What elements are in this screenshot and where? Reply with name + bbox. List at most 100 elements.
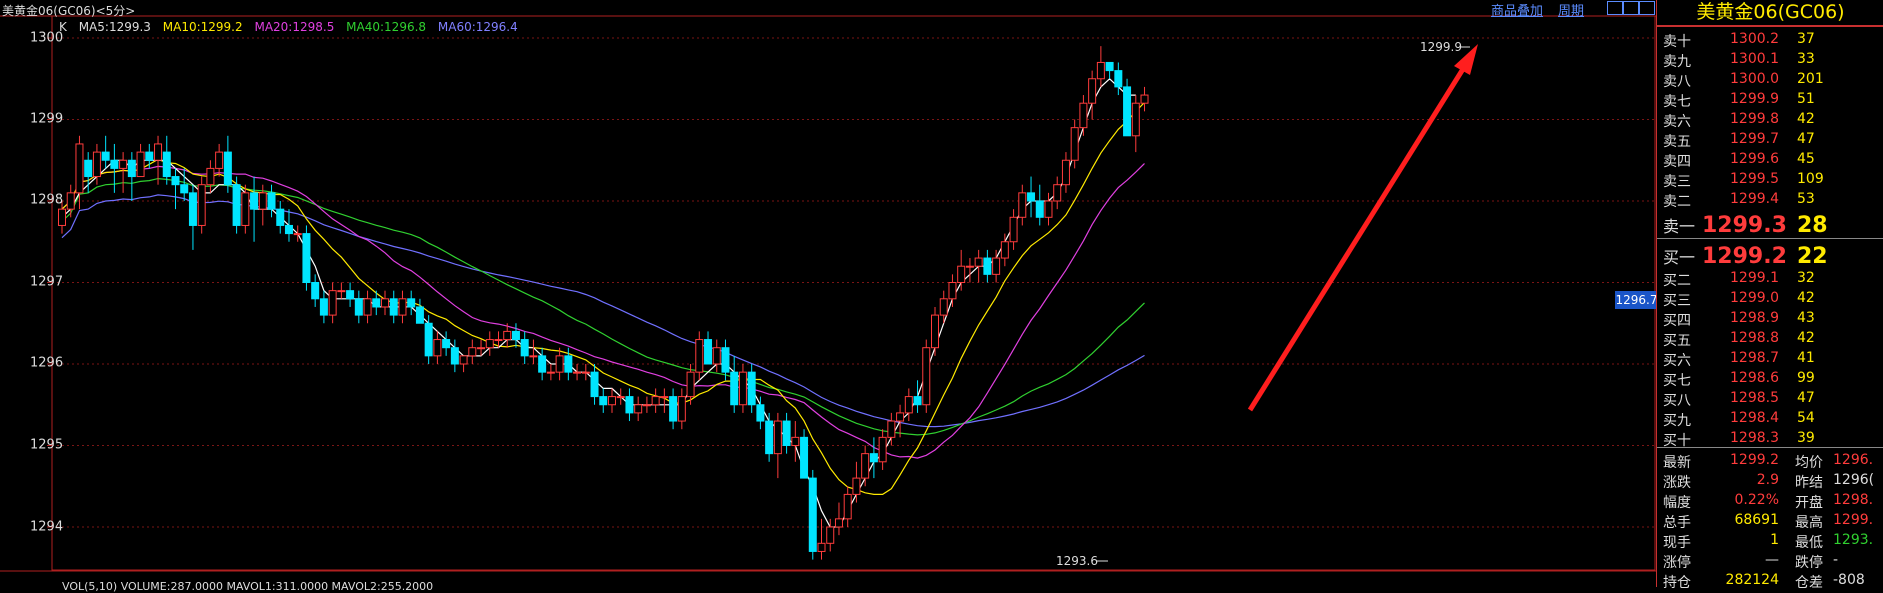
ask-price: 1299.4 [1730, 191, 1779, 207]
ask-row[interactable]: 卖三 1299.5 109 [1657, 171, 1883, 191]
ask-level-label: 卖三 [1663, 174, 1691, 190]
candle-body [738, 371, 747, 406]
candle-body [538, 355, 547, 373]
y-tick-label: 1294 [30, 519, 64, 535]
bid-price: 1298.5 [1730, 390, 1779, 406]
candle-body [852, 477, 861, 495]
candle-body [546, 371, 555, 374]
stat-label: 昨结 [1795, 475, 1823, 491]
layout-icon[interactable] [1607, 1, 1623, 15]
bid-level-label: 买四 [1663, 313, 1691, 329]
candle-body [1018, 192, 1027, 218]
stat-value: -808 [1833, 572, 1865, 588]
kline-chart[interactable]: 美黄金06(GC06)<5分> 商品叠加 周期 K MA5:1299.3 MA1… [0, 0, 1658, 593]
ask-price: 1300.1 [1730, 51, 1779, 67]
bid-volume: 41 [1797, 350, 1815, 366]
candle-body [1140, 94, 1149, 104]
bid-row[interactable]: 买八 1298.5 47 [1657, 390, 1883, 410]
trend-arrow-line [1247, 59, 1471, 412]
bid-row[interactable]: 买九 1298.4 54 [1657, 410, 1883, 430]
bid-row[interactable]: 买三 1299.0 42 [1657, 290, 1883, 310]
stat-value: 1 [1770, 532, 1779, 548]
stat-value: 68691 [1734, 512, 1779, 528]
ask-level-label: 卖一 [1663, 217, 1696, 236]
bid-volume: 39 [1797, 430, 1815, 446]
bid-row[interactable]: 买五 1298.8 42 [1657, 330, 1883, 350]
stat-label: 最高 [1795, 515, 1823, 531]
ask-row[interactable]: 卖八 1300.0 201 [1657, 71, 1883, 91]
stat-row: 幅度 0.22% 开盘 1298. [1657, 492, 1883, 512]
candle-body [215, 151, 224, 169]
split-view-icon[interactable] [1623, 1, 1639, 15]
candle-body [389, 298, 398, 316]
ask-volume: 33 [1797, 51, 1815, 67]
bid-row[interactable]: 买六 1298.7 41 [1657, 350, 1883, 370]
bid-row[interactable]: 买四 1298.9 43 [1657, 310, 1883, 330]
candle-body [372, 298, 381, 308]
bid-price: 1298.9 [1730, 310, 1779, 326]
y-tick-label: 1297 [30, 274, 64, 290]
ask-row[interactable]: 卖一 1299.3 28 [1657, 213, 1883, 238]
stat-row: 最新 1299.2 均价 1296. [1657, 452, 1883, 472]
overlay-link[interactable]: 商品叠加 [1491, 0, 1543, 19]
bid-level-label: 买三 [1663, 293, 1691, 309]
ask-price: 1299.5 [1730, 171, 1779, 187]
stat-label: 最新 [1663, 455, 1691, 471]
maximize-icon[interactable] [1639, 1, 1655, 15]
candle-body [564, 355, 573, 373]
stat-row: 涨跌 2.9 昨结 1296( [1657, 472, 1883, 492]
bid-volume: 43 [1797, 310, 1815, 326]
ask-row[interactable]: 卖二 1299.4 53 [1657, 191, 1883, 211]
stat-row: 涨停 — 跌停 - [1657, 552, 1883, 572]
ask-row[interactable]: 卖九 1300.1 33 [1657, 51, 1883, 71]
candle-body [1131, 102, 1140, 137]
bid-level-label: 买九 [1663, 413, 1691, 429]
candle-body [1079, 102, 1088, 129]
ask-row[interactable]: 卖五 1299.7 47 [1657, 131, 1883, 151]
ask-row[interactable]: 卖七 1299.9 51 [1657, 91, 1883, 111]
period-link[interactable]: 周期 [1558, 0, 1584, 19]
ask-level-label: 卖四 [1663, 154, 1691, 170]
candle-body [188, 192, 197, 226]
ask-price: 1299.8 [1730, 111, 1779, 127]
candle-body [293, 233, 302, 236]
candle-body [258, 192, 267, 210]
ask-level-label: 卖七 [1663, 94, 1691, 110]
candle-body [1053, 184, 1062, 202]
candle-body [747, 371, 756, 406]
bid-price: 1299.0 [1730, 290, 1779, 306]
stat-value: 1299. [1833, 512, 1874, 528]
kline-svg[interactable] [0, 0, 1656, 587]
bid-row[interactable]: 买七 1298.6 99 [1657, 370, 1883, 390]
ask-level-label: 卖十 [1663, 34, 1691, 50]
stat-value: 1298. [1833, 492, 1874, 508]
ma5-line [61, 77, 1136, 528]
candle-body [1105, 61, 1114, 72]
candle-body [651, 396, 660, 406]
candle-body [1000, 241, 1009, 259]
bid-price: 1299.1 [1730, 270, 1779, 286]
ask-volume: 109 [1797, 171, 1824, 187]
candle-body [494, 339, 503, 342]
ask-row[interactable]: 卖四 1299.6 45 [1657, 151, 1883, 171]
candle-body [415, 306, 424, 324]
ask-price: 1300.2 [1730, 31, 1779, 47]
candle-body [136, 151, 145, 178]
candle-body [424, 322, 433, 357]
stat-value: - [1833, 552, 1839, 568]
ma20-value: MA20:1298.5 [254, 20, 335, 34]
candle-body [1088, 78, 1097, 104]
candle-body [861, 453, 870, 479]
candle-body [669, 396, 678, 422]
y-tick-label: 1295 [30, 437, 64, 453]
candle-body [773, 420, 782, 455]
ask-row[interactable]: 卖十 1300.2 37 [1657, 31, 1883, 51]
quote-panel: 美黄金06(GC06) 卖十 1300.2 37 卖九 1300.1 33 卖八 1300.0… [1656, 0, 1883, 591]
ask-row[interactable]: 卖六 1299.8 42 [1657, 111, 1883, 131]
bid-level-label: 买七 [1663, 373, 1691, 389]
bid-row[interactable]: 买一 1299.2 22 [1657, 244, 1883, 269]
stat-label: 幅度 [1663, 495, 1691, 511]
bid-row[interactable]: 买二 1299.1 32 [1657, 270, 1883, 290]
ask-volume: 201 [1797, 71, 1824, 87]
stat-label: 仓差 [1795, 575, 1823, 591]
